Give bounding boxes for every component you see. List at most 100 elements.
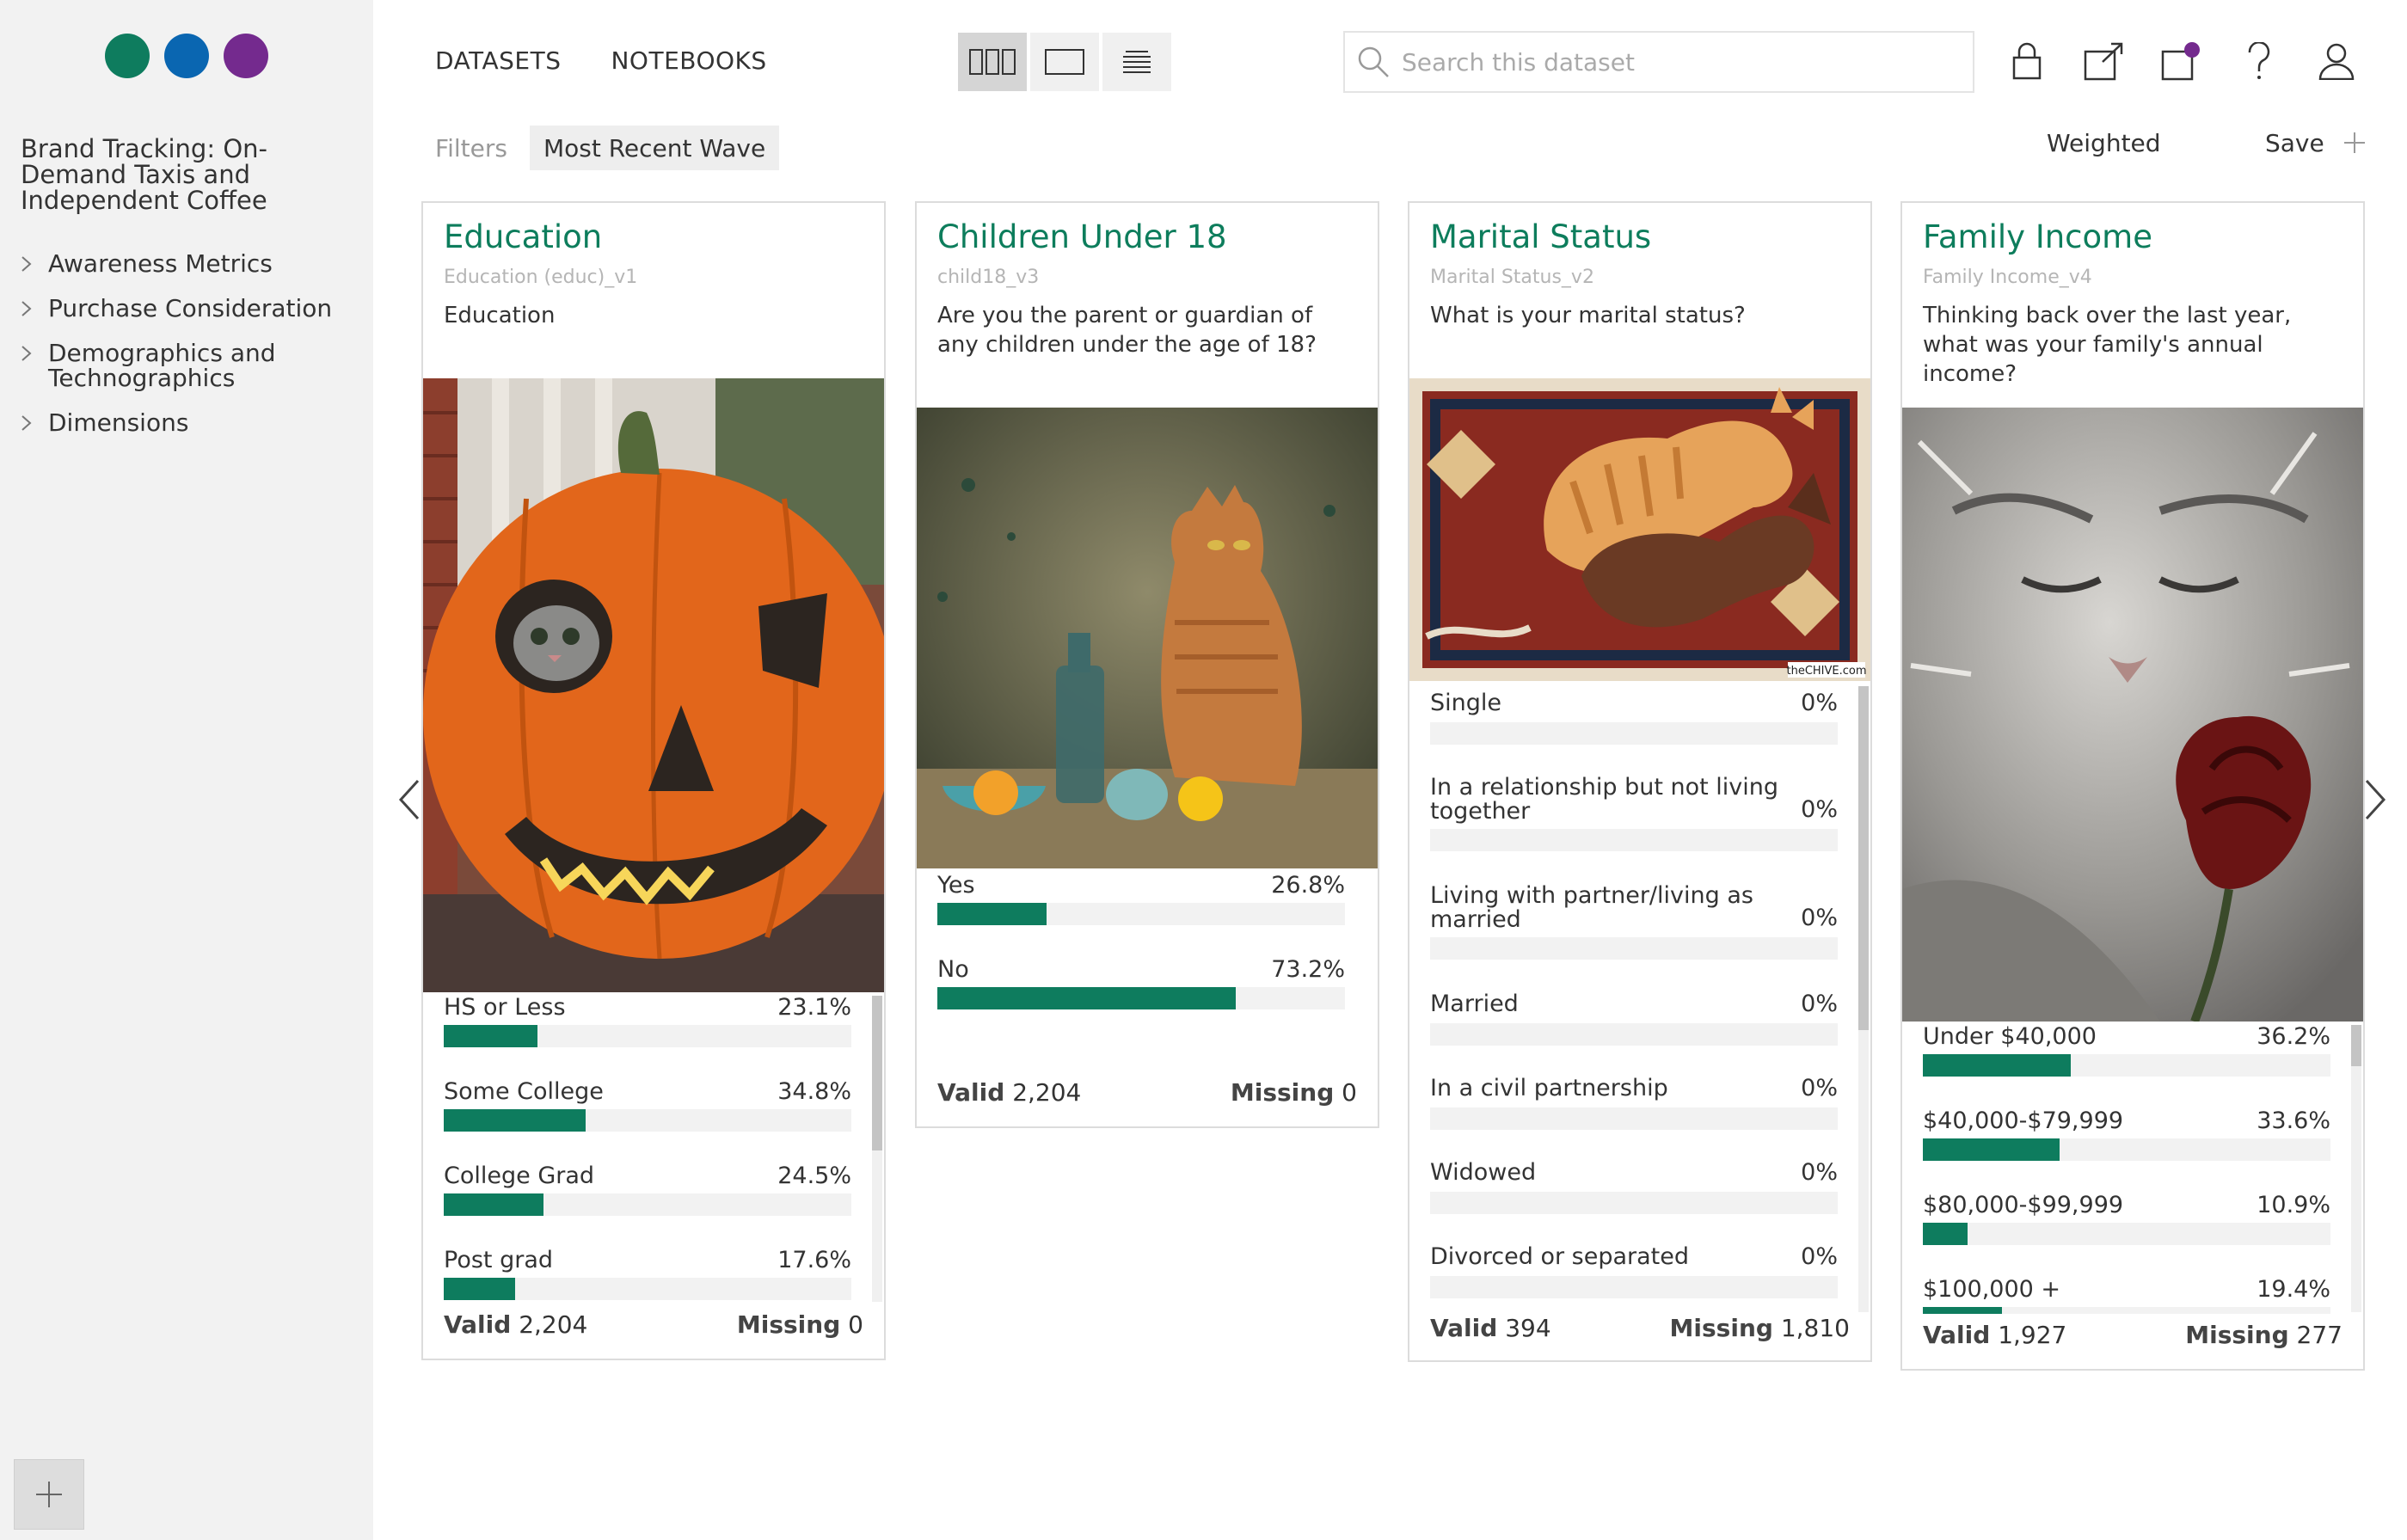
category-percent: 24.5% xyxy=(777,1163,851,1189)
bar-track xyxy=(1430,1276,1838,1298)
category-label: In a relationship but not living togethe… xyxy=(1430,774,1779,825)
variable-card-family-income[interactable]: Family Income Family Income_v4 Thinking … xyxy=(1900,201,2365,1371)
scrollbar-thumb[interactable] xyxy=(872,996,882,1150)
search-box xyxy=(1343,31,1974,93)
sidebar-item-dimensions[interactable]: Dimensions xyxy=(21,410,356,435)
image-watermark: theCHIVE.com xyxy=(1786,665,1866,678)
bar-fill xyxy=(1923,1223,1968,1245)
bar-row[interactable]: Post grad 17.6% xyxy=(444,1249,851,1300)
variable-card-education[interactable]: Education Education (educ)_v1 Education … xyxy=(421,201,886,1360)
card-title[interactable]: Education xyxy=(444,218,863,256)
filter-chip-most-recent-wave[interactable]: Most Recent Wave xyxy=(529,126,780,170)
nav-datasets[interactable]: DATASETS xyxy=(435,46,561,75)
weighted-toggle[interactable]: Weighted xyxy=(2047,129,2161,157)
bar-row[interactable]: Living with partner/living as married 0% xyxy=(1430,884,1838,960)
card-title[interactable]: Marital Status xyxy=(1430,218,1850,256)
bar-row[interactable]: Widowed 0% xyxy=(1430,1161,1838,1214)
sidebar-item-demographics[interactable]: Demographics and Technographics xyxy=(21,341,356,390)
scrollbar[interactable] xyxy=(1858,686,1869,1312)
bar-track xyxy=(1430,937,1838,960)
bar-row[interactable]: Some College 34.8% xyxy=(444,1080,851,1132)
category-percent: 0% xyxy=(1801,905,1838,931)
brand-dot-green xyxy=(105,34,150,78)
user-account-button[interactable] xyxy=(2313,38,2360,84)
card-view-button[interactable] xyxy=(958,33,1027,91)
help-button[interactable] xyxy=(2236,38,2282,84)
notification-icon xyxy=(2161,42,2200,81)
category-percent: 19.4% xyxy=(2257,1276,2330,1303)
sidebar: Brand Tracking: On-Demand Taxis and Inde… xyxy=(0,0,373,1540)
lock-button[interactable] xyxy=(2004,38,2050,84)
cat-and-dog-on-rug-image: theCHIVE.com xyxy=(1409,378,1870,681)
category-percent: 0% xyxy=(1801,1075,1838,1101)
sleeping-cat-with-rose-image xyxy=(1902,408,2363,1022)
export-button[interactable] xyxy=(2081,38,2128,84)
bar-row[interactable]: In a relationship but not living togethe… xyxy=(1430,774,1838,851)
bar-row[interactable]: In a civil partnership 0% xyxy=(1430,1075,1838,1130)
frequency-bars: Single 0% In a relationship but not livi… xyxy=(1409,681,1870,1314)
view-mode-toggle xyxy=(958,33,1171,91)
bar-row[interactable]: Single 0% xyxy=(1430,690,1838,745)
category-percent: 33.6% xyxy=(2257,1107,2330,1134)
nav-notebooks[interactable]: NOTEBOOKS xyxy=(611,46,766,75)
missing-count: Missing 277 xyxy=(2185,1321,2343,1349)
save-button[interactable]: Save xyxy=(2265,129,2324,157)
category-label: Yes xyxy=(937,872,975,899)
valid-count: Valid 1,927 xyxy=(1923,1321,2067,1349)
list-view-button[interactable] xyxy=(1102,33,1171,91)
sidebar-item-label: Awareness Metrics xyxy=(48,249,273,278)
category-percent: 17.6% xyxy=(777,1247,851,1273)
scrollbar-thumb[interactable] xyxy=(2351,1025,2361,1066)
category-percent: 34.8% xyxy=(777,1078,851,1105)
valid-count: Valid 394 xyxy=(1430,1314,1551,1342)
category-percent: 23.1% xyxy=(777,994,851,1021)
bar-row[interactable]: No 73.2% xyxy=(937,958,1345,1009)
missing-count: Missing 0 xyxy=(736,1310,863,1339)
category-label: HS or Less xyxy=(444,994,566,1021)
card-question: Are you the parent or guardian of any ch… xyxy=(937,303,1317,358)
bar-track xyxy=(444,1278,851,1300)
bar-row[interactable]: Yes 26.8% xyxy=(937,874,1345,925)
bar-row[interactable]: $100,000 + 19.4% xyxy=(1923,1278,2330,1314)
bar-row[interactable]: $80,000-$99,999 10.9% xyxy=(1923,1193,2330,1245)
bar-row[interactable]: HS or Less 23.1% xyxy=(444,996,851,1047)
chevron-left-icon[interactable] xyxy=(397,777,421,822)
brand-dot-purple xyxy=(224,34,268,78)
category-label: College Grad xyxy=(444,1163,595,1189)
sidebar-item-label: Purchase Consideration xyxy=(48,294,333,322)
card-alias: Education (educ)_v1 xyxy=(444,267,638,288)
variable-card-marital-status[interactable]: Marital Status Marital Status_v2 What is… xyxy=(1408,201,1872,1362)
bar-row[interactable]: College Grad 24.5% xyxy=(444,1164,851,1216)
list-view-icon xyxy=(1123,51,1151,73)
card-title[interactable]: Family Income xyxy=(1923,218,2343,256)
add-variable-button[interactable] xyxy=(14,1459,84,1530)
sidebar-item-awareness-metrics[interactable]: Awareness Metrics xyxy=(21,251,356,276)
card-title[interactable]: Children Under 18 xyxy=(937,218,1357,256)
sidebar-item-label: Dimensions xyxy=(48,408,189,437)
card-view-icon xyxy=(969,49,1016,75)
variable-card-children-under-18[interactable]: Children Under 18 child18_v3 Are you the… xyxy=(915,201,1379,1128)
category-label: Post grad xyxy=(444,1247,553,1273)
scrollbar[interactable] xyxy=(2351,1025,2361,1312)
scrollbar-thumb[interactable] xyxy=(1858,686,1869,1030)
single-view-button[interactable] xyxy=(1030,33,1099,91)
bar-track xyxy=(1430,1107,1838,1130)
bar-track xyxy=(1430,829,1838,851)
bar-row[interactable]: $40,000-$79,999 33.6% xyxy=(1923,1109,2330,1161)
notifications-button[interactable] xyxy=(2158,38,2205,84)
bar-row[interactable]: Divorced or separated 0% xyxy=(1430,1245,1838,1298)
bar-row[interactable]: Under $40,000 36.2% xyxy=(1923,1025,2330,1077)
category-percent: 0% xyxy=(1801,991,1838,1017)
sidebar-item-purchase-consideration[interactable]: Purchase Consideration xyxy=(21,296,356,321)
scrollbar[interactable] xyxy=(872,996,882,1302)
category-percent: 0% xyxy=(1801,690,1838,716)
missing-count: Missing 0 xyxy=(1230,1078,1357,1107)
dataset-title[interactable]: Brand Tracking: On-Demand Taxis and Inde… xyxy=(21,136,313,213)
plus-icon[interactable] xyxy=(2343,131,2367,155)
card-alias: child18_v3 xyxy=(937,267,1040,288)
chevron-right-icon[interactable] xyxy=(2363,777,2387,822)
toolbar-icons xyxy=(2004,38,2360,84)
bar-track xyxy=(1430,722,1838,745)
search-input[interactable] xyxy=(1402,47,1952,77)
bar-row[interactable]: Married 0% xyxy=(1430,991,1838,1046)
